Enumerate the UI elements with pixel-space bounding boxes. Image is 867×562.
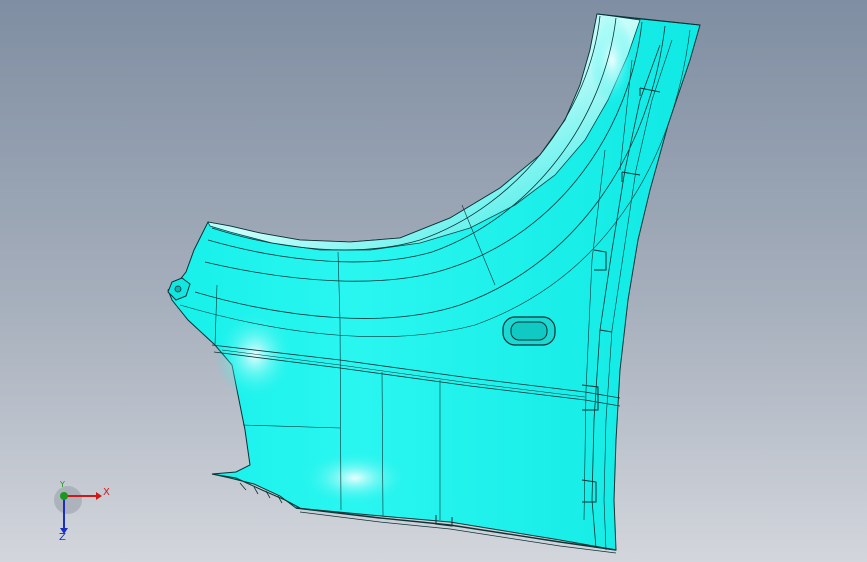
mount-hole — [174, 285, 182, 293]
axis-triad: X Y Z — [40, 478, 120, 548]
x-axis-label: X — [103, 487, 110, 498]
z-axis-label: Z — [59, 532, 66, 543]
y-axis-dot — [60, 492, 68, 500]
y-axis-label: Y — [60, 480, 65, 489]
oval-hole-inner — [510, 321, 548, 341]
fender-model[interactable] — [0, 0, 867, 562]
shine-lower — [300, 450, 410, 506]
graphics-viewport[interactable]: X Y Z — [0, 0, 867, 562]
